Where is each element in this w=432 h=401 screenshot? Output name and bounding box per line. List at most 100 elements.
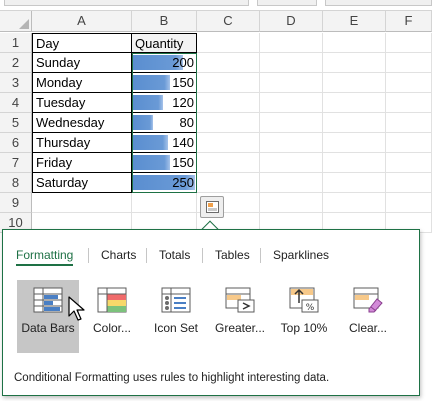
- grid-cell[interactable]: [260, 53, 323, 73]
- option-label: Icon Set: [153, 321, 199, 335]
- grid-cell[interactable]: [260, 193, 323, 213]
- column-header-a[interactable]: A: [32, 11, 132, 32]
- grid-cell[interactable]: [323, 113, 386, 133]
- column-header-c[interactable]: C: [197, 11, 260, 32]
- grid-cell[interactable]: [132, 193, 197, 213]
- grid-cell[interactable]: [260, 113, 323, 133]
- row-header-2[interactable]: 2: [0, 53, 32, 73]
- tab-charts[interactable]: Charts: [101, 247, 136, 263]
- header-cell-day[interactable]: Day: [32, 33, 132, 53]
- formula-input[interactable]: [257, 0, 317, 6]
- grid-cell[interactable]: [260, 133, 323, 153]
- grid-cell[interactable]: [386, 53, 432, 73]
- grid-cell[interactable]: [386, 193, 432, 213]
- grid-cell[interactable]: [260, 73, 323, 93]
- grid-cell[interactable]: [323, 193, 386, 213]
- column-header-f[interactable]: F: [386, 11, 432, 32]
- row-header-6[interactable]: 6: [0, 133, 32, 153]
- day-cell[interactable]: Sunday: [32, 53, 132, 73]
- grid-cell[interactable]: [197, 53, 260, 73]
- icon-set-icon: [161, 287, 191, 313]
- option-color-scale[interactable]: Color...: [81, 280, 143, 353]
- quantity-cell[interactable]: 150: [132, 73, 197, 93]
- quantity-value: 150: [172, 155, 194, 170]
- grid-cell[interactable]: [386, 33, 432, 53]
- option-clear-format[interactable]: Clear...: [337, 280, 399, 353]
- grid-cell[interactable]: [197, 33, 260, 53]
- grid-cell[interactable]: [323, 33, 386, 53]
- grid-cell[interactable]: [386, 93, 432, 113]
- data-bar: [133, 135, 168, 150]
- tab-tables[interactable]: Tables: [215, 247, 250, 263]
- row-header-8[interactable]: 8: [0, 173, 32, 193]
- grid-cell[interactable]: [197, 93, 260, 113]
- quantity-value: 150: [172, 75, 194, 90]
- grid-cell[interactable]: [386, 73, 432, 93]
- column-header-d[interactable]: D: [260, 11, 323, 32]
- grid-cell[interactable]: [323, 73, 386, 93]
- quantity-cell[interactable]: 80: [132, 113, 197, 133]
- day-cell[interactable]: Saturday: [32, 173, 132, 193]
- tab-formatting[interactable]: Formatting: [16, 247, 74, 266]
- grid-cell[interactable]: [323, 173, 386, 193]
- tab-separator: [202, 248, 203, 263]
- quantity-cell[interactable]: 120: [132, 93, 197, 113]
- column-header-e[interactable]: E: [323, 11, 386, 32]
- name-box[interactable]: [4, 0, 249, 6]
- row-header-1[interactable]: 1: [0, 33, 32, 53]
- quantity-cell[interactable]: 200: [132, 53, 197, 73]
- tab-totals[interactable]: Totals: [159, 247, 190, 263]
- grid-cell[interactable]: [323, 93, 386, 113]
- grid-cell[interactable]: [323, 53, 386, 73]
- grid-cell[interactable]: [197, 153, 260, 173]
- grid-cell[interactable]: [323, 133, 386, 153]
- row-header-4[interactable]: 4: [0, 93, 32, 113]
- row-header-3[interactable]: 3: [0, 73, 32, 93]
- mouse-pointer-icon: [68, 296, 85, 321]
- day-cell[interactable]: Wednesday: [32, 113, 132, 133]
- grid-cell[interactable]: [197, 173, 260, 193]
- grid-cell[interactable]: [197, 73, 260, 93]
- day-cell[interactable]: Thursday: [32, 133, 132, 153]
- grid-cell[interactable]: [386, 153, 432, 173]
- clear-format-icon: [353, 287, 383, 313]
- grid-cell[interactable]: [260, 93, 323, 113]
- day-cell[interactable]: Tuesday: [32, 93, 132, 113]
- color-scale-icon: [97, 287, 127, 313]
- quantity-value: 250: [172, 175, 194, 190]
- grid-cell[interactable]: [260, 33, 323, 53]
- row-header-9[interactable]: 9: [0, 193, 32, 213]
- quick-analysis-panel: Formatting Charts Totals Tables Sparklin…: [2, 229, 420, 396]
- tab-separator: [88, 248, 89, 263]
- data-bar: [133, 115, 153, 130]
- grid-cell[interactable]: [386, 173, 432, 193]
- formula-input-extension[interactable]: [325, 0, 432, 6]
- quantity-cell[interactable]: 250: [132, 173, 197, 193]
- quick-analysis-button[interactable]: [200, 196, 224, 218]
- grid-cell[interactable]: [386, 113, 432, 133]
- option-greater-than[interactable]: Greater...: [209, 280, 271, 353]
- row-header-7[interactable]: 7: [0, 153, 32, 173]
- day-cell[interactable]: Friday: [32, 153, 132, 173]
- header-cell-quantity[interactable]: Quantity: [132, 33, 197, 53]
- option-top-ten-percent[interactable]: % Top 10%: [273, 280, 335, 353]
- data-bar: [133, 155, 170, 170]
- grid-cell[interactable]: [260, 153, 323, 173]
- column-header-b[interactable]: B: [132, 11, 197, 32]
- select-all-corner[interactable]: [0, 11, 32, 32]
- grid-cell[interactable]: [260, 173, 323, 193]
- quick-analysis-icon: [206, 201, 219, 213]
- tab-sparklines[interactable]: Sparklines: [273, 247, 329, 263]
- option-label: Color...: [92, 321, 131, 335]
- grid-cell[interactable]: [197, 133, 260, 153]
- grid-cell[interactable]: [197, 113, 260, 133]
- quantity-cell[interactable]: 140: [132, 133, 197, 153]
- option-icon-set[interactable]: Icon Set: [145, 280, 207, 353]
- grid-cell[interactable]: [323, 153, 386, 173]
- row-header-5[interactable]: 5: [0, 113, 32, 133]
- panel-description: Conditional Formatting uses rules to hig…: [14, 372, 330, 384]
- quantity-cell[interactable]: 150: [132, 153, 197, 173]
- day-cell[interactable]: Monday: [32, 73, 132, 93]
- grid-cell[interactable]: [386, 133, 432, 153]
- grid-cell[interactable]: [32, 193, 132, 213]
